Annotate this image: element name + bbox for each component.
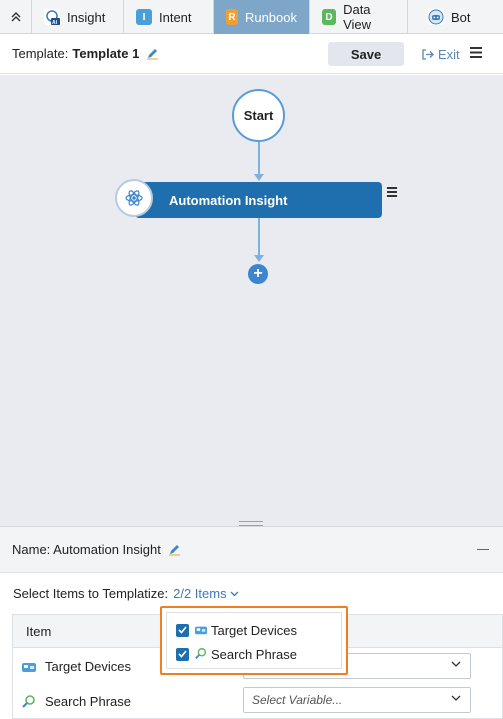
atom-icon	[125, 190, 143, 206]
svg-text:AI: AI	[52, 20, 58, 25]
node-name-label: Name: Automation Insight	[12, 542, 161, 557]
tab-bar: AI Insight I Intent R Runbook D Data Vie…	[0, 0, 503, 34]
exit-icon	[422, 48, 434, 60]
target-devices-icon	[194, 623, 208, 637]
checkbox-checked[interactable]	[176, 623, 189, 637]
hamburger-icon	[387, 187, 397, 197]
connector-line	[258, 218, 260, 256]
template-label: Template:	[12, 46, 69, 61]
exit-button[interactable]: Exit	[421, 42, 460, 66]
pencil-icon	[147, 49, 159, 60]
tab-runbook[interactable]: R Runbook	[214, 0, 310, 34]
save-button[interactable]: Save	[328, 42, 404, 66]
templatize-items-popup: Target Devices Search Phrase	[160, 606, 348, 675]
popup-item-label: Target Devices	[211, 622, 297, 638]
tab-label: Insight	[67, 9, 106, 25]
data-view-icon: D	[322, 9, 337, 25]
items-count: 2/2 Items	[173, 586, 227, 601]
exit-label: Exit	[438, 46, 460, 62]
popup-item-label: Search Phrase	[211, 646, 297, 662]
connector-arrow	[254, 255, 264, 262]
variable-select[interactable]: Select Variable...	[243, 687, 471, 713]
automation-insight-node-icon	[115, 179, 153, 217]
popup-item-search-phrase[interactable]: Search Phrase	[176, 644, 297, 664]
menu-button[interactable]	[470, 46, 482, 61]
tab-bot[interactable]: Bot	[408, 0, 503, 34]
variable-select-value: Select Variable...	[252, 693, 343, 707]
add-node-button[interactable]: +	[248, 264, 268, 284]
tab-label: Intent	[159, 9, 192, 25]
edit-node-name-button[interactable]	[168, 543, 181, 556]
node-menu-button[interactable]	[387, 185, 397, 200]
tab-label: Data View	[343, 2, 372, 32]
checkbox-checked[interactable]	[176, 647, 189, 661]
start-node[interactable]: Start	[232, 89, 285, 142]
edit-template-name-button[interactable]	[146, 47, 159, 60]
templatize-label: Select Items to Templatize:	[13, 586, 169, 601]
tab-label: Runbook	[244, 9, 297, 25]
minimize-panel-button[interactable]	[477, 549, 489, 550]
chevron-down-icon	[451, 661, 461, 667]
hamburger-icon	[470, 47, 482, 58]
template-name: Template 1	[72, 46, 140, 61]
tab-insight[interactable]: AI Insight	[32, 0, 124, 34]
runbook-icon: R	[226, 9, 238, 25]
chevron-down-icon	[451, 695, 461, 701]
runbook-canvas[interactable]: Start Automation Insight +	[0, 75, 503, 526]
search-phrase-icon	[21, 694, 37, 710]
pencil-icon	[168, 545, 180, 556]
automation-insight-node[interactable]: Automation Insight	[135, 182, 382, 218]
tab-label: Bot	[451, 9, 471, 25]
connector-line	[258, 142, 260, 174]
splitter-grip[interactable]	[239, 521, 263, 526]
template-header: Template: Template 1 Save Exit	[0, 34, 503, 74]
connector-arrow	[254, 174, 264, 181]
collapse-tabs-button[interactable]	[0, 0, 32, 34]
double-chevron-up-icon	[11, 12, 20, 22]
target-devices-icon	[21, 659, 37, 675]
insight-ai-icon: AI	[44, 9, 60, 25]
item-label: Search Phrase	[45, 694, 131, 709]
check-icon	[178, 626, 187, 634]
tab-data-view[interactable]: D Data View	[310, 0, 408, 34]
bot-icon	[428, 9, 444, 25]
popup-list: Target Devices Search Phrase	[166, 612, 342, 669]
item-label: Target Devices	[45, 659, 131, 674]
properties-header: Name: Automation Insight	[0, 527, 503, 573]
chevron-down-icon	[230, 591, 239, 596]
search-phrase-icon	[194, 647, 208, 661]
items-dropdown-toggle[interactable]: 2/2 Items	[173, 586, 239, 601]
intent-icon: I	[136, 9, 152, 25]
check-icon	[178, 650, 187, 658]
templatize-selector: Select Items to Templatize: 2/2 Items	[13, 586, 239, 601]
popup-item-target-devices[interactable]: Target Devices	[176, 620, 297, 640]
tab-intent[interactable]: I Intent	[124, 0, 214, 34]
table-row: Search Phrase Select Variable...	[13, 684, 502, 719]
